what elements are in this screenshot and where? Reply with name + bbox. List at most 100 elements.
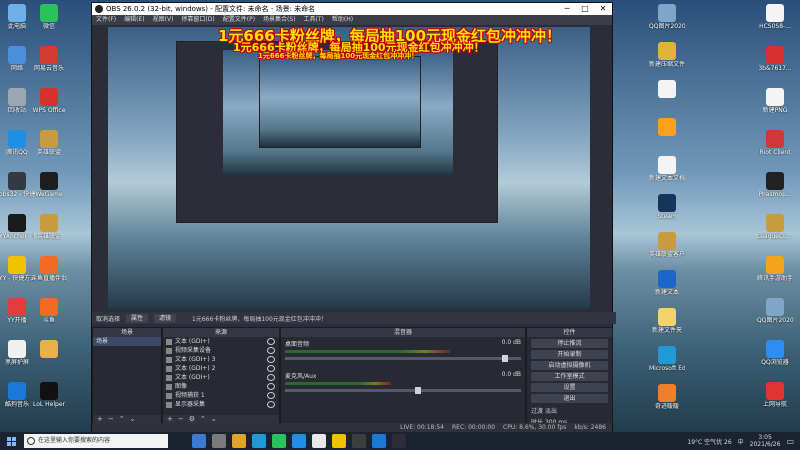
- desktop-icon[interactable]: Phasmop...: [758, 172, 792, 210]
- source-item[interactable]: 视频采集设备: [163, 346, 279, 355]
- source-item[interactable]: 显示器采集: [163, 400, 279, 409]
- menu-item[interactable]: 工具(T): [304, 15, 324, 25]
- visibility-eye-icon[interactable]: [267, 365, 275, 372]
- desktop-icon[interactable]: 新建文本: [650, 270, 684, 308]
- visibility-eye-icon[interactable]: [267, 356, 275, 363]
- desktop-icon[interactable]: HCS0S8-...: [758, 4, 792, 42]
- language-indicator[interactable]: 中: [738, 437, 744, 446]
- taskbar-search-input[interactable]: 在这里输入你要搜索的内容: [24, 434, 168, 448]
- desktop-icon[interactable]: Riot Client: [758, 130, 792, 168]
- visibility-eye-icon[interactable]: [267, 347, 275, 354]
- menu-item[interactable]: 场景集合(S): [263, 15, 296, 25]
- taskbar-app-icon[interactable]: [372, 434, 386, 448]
- desktop-icon[interactable]: YY - 快捷方式: [0, 256, 35, 294]
- desktop-icon[interactable]: 英雄联盟: [32, 130, 66, 168]
- transition-row[interactable]: 过渡 淡出: [527, 405, 612, 416]
- visibility-eye-icon[interactable]: [267, 392, 275, 399]
- visibility-eye-icon[interactable]: [267, 401, 275, 408]
- desktop-icon[interactable]: QQ图片2020101...: [757, 298, 793, 336]
- menu-item[interactable]: 视图(V): [153, 15, 174, 25]
- menu-item[interactable]: 帮助(H): [332, 15, 353, 25]
- desktop-icon[interactable]: 新建文件夹: [650, 308, 684, 346]
- menu-item[interactable]: 配置文件(P): [223, 15, 255, 25]
- obs-title-bar[interactable]: OBS 26.0.2 (32-bit, windows) - 配置文件: 未命名…: [92, 3, 612, 15]
- desktop-icon[interactable]: LoL Helper: [32, 382, 66, 420]
- notification-icon[interactable]: ▭: [786, 437, 794, 446]
- taskbar-app-icon[interactable]: [212, 434, 226, 448]
- volume-slider-knob[interactable]: [502, 355, 509, 362]
- taskbar-app-icon[interactable]: [392, 434, 406, 448]
- scene-item[interactable]: 场景: [93, 337, 161, 346]
- transition-value[interactable]: 淡出: [545, 408, 557, 415]
- desktop-icon[interactable]: [650, 118, 684, 156]
- menu-item[interactable]: 编辑(E): [124, 15, 144, 25]
- clock[interactable]: 3:05 2021/6/26: [750, 434, 781, 448]
- taskbar-app-icon[interactable]: [312, 434, 326, 448]
- desktop-icon[interactable]: obs32 - 快捷方式: [0, 172, 35, 210]
- desktop-icon[interactable]: Microsoft Edge: [649, 346, 685, 384]
- source-item[interactable]: 图像: [163, 382, 279, 391]
- volume-slider[interactable]: [285, 387, 521, 394]
- desktop-icon[interactable]: [32, 340, 66, 378]
- desktop-icon[interactable]: 回收站: [0, 88, 34, 126]
- visibility-eye-icon[interactable]: [267, 383, 275, 390]
- taskbar-app-icon[interactable]: [252, 434, 266, 448]
- taskbar-app-icon[interactable]: [232, 434, 246, 448]
- menu-item[interactable]: 文件(F): [96, 15, 116, 25]
- source-item[interactable]: 文本 (GDI+): [163, 337, 279, 346]
- taskbar-app-icon[interactable]: [192, 434, 206, 448]
- desktop-icon[interactable]: WeGame: [32, 172, 66, 210]
- control-button[interactable]: 设置: [531, 383, 608, 392]
- obs-window[interactable]: OBS 26.0.2 (32-bit, windows) - 配置文件: 未命名…: [91, 2, 616, 434]
- desktop-icon[interactable]: 网络: [0, 46, 34, 84]
- taskbar-app-icon[interactable]: [292, 434, 306, 448]
- control-button[interactable]: 退出: [531, 394, 608, 403]
- desktop-icon[interactable]: 上网导航: [758, 382, 792, 420]
- desktop-icon[interactable]: LeagueCl... - 快捷方式: [757, 214, 793, 252]
- start-button[interactable]: [0, 432, 22, 450]
- taskbar-app-icon[interactable]: [352, 434, 366, 448]
- close-icon[interactable]: ✕: [594, 3, 612, 15]
- taskbar-app-icon[interactable]: [332, 434, 346, 448]
- obs-preview[interactable]: 1元666卡粉丝牌，每局抽100元现金红包冲冲冲！ 1元666卡粉丝牌，每局抽1…: [108, 27, 590, 309]
- desktop-icon[interactable]: 此电脑: [0, 4, 34, 42]
- desktop-icon[interactable]: QQ浏览器: [758, 340, 792, 378]
- properties-button[interactable]: 属性: [126, 313, 149, 323]
- desktop-icon[interactable]: 英雄联盟客户端: [649, 232, 685, 270]
- desktop-icon[interactable]: 网易云音乐: [32, 46, 66, 84]
- desktop-icon[interactable]: 新建PNG: [758, 88, 792, 126]
- source-item[interactable]: 文本 (GDI+): [163, 373, 279, 382]
- desktop-icon[interactable]: 新建文本文档: [649, 156, 685, 194]
- taskbar-app-icon[interactable]: [272, 434, 286, 448]
- desktop-icon[interactable]: [650, 80, 684, 118]
- desktop-icon[interactable]: 黑屏护屏: [0, 340, 34, 378]
- desktop-icon[interactable]: 腾讯手游助手: [757, 256, 793, 294]
- volume-slider-knob[interactable]: [414, 387, 421, 394]
- desktop-icon[interactable]: 酷狗音乐: [0, 382, 34, 420]
- control-button[interactable]: 工作室模式: [531, 372, 608, 381]
- desktop-icon[interactable]: 斗鱼: [32, 298, 66, 336]
- source-item[interactable]: 文本 (GDI+) 3: [163, 355, 279, 364]
- control-button[interactable]: 停止推流: [531, 339, 608, 348]
- desktop-icon[interactable]: Steam: [650, 194, 684, 232]
- desktop-icon[interactable]: 3b&7617...: [758, 46, 792, 84]
- source-item[interactable]: 视频捕获 1: [163, 391, 279, 400]
- desktop-icon[interactable]: YYAnchor - 快捷方式: [0, 214, 35, 252]
- filters-button[interactable]: 滤镜: [154, 313, 177, 323]
- desktop-icon[interactable]: 英雄联盟: [32, 214, 66, 252]
- weather-text[interactable]: 19°C 空气优 26: [687, 437, 731, 446]
- control-button[interactable]: 启动虚拟摄像机: [531, 361, 608, 370]
- source-item[interactable]: 文本 (GDI+) 2: [163, 364, 279, 373]
- desktop-icon[interactable]: WPS Office: [32, 88, 66, 126]
- desktop-icon[interactable]: 斗鱼直播伴侣: [31, 256, 67, 294]
- volume-slider[interactable]: [285, 355, 521, 362]
- desktop-icon[interactable]: QQ图片2020101...: [649, 4, 685, 42]
- control-button[interactable]: 开始录制: [531, 350, 608, 359]
- visibility-eye-icon[interactable]: [267, 338, 275, 345]
- desktop-icon[interactable]: 腾讯QQ: [0, 130, 34, 168]
- desktop-icon[interactable]: 微信: [32, 4, 66, 42]
- menu-item[interactable]: 停靠窗口(D): [181, 15, 214, 25]
- desktop-icon[interactable]: 奇迹暖暖: [650, 384, 684, 422]
- visibility-eye-icon[interactable]: [267, 374, 275, 381]
- desktop-icon[interactable]: YY开播: [0, 298, 34, 336]
